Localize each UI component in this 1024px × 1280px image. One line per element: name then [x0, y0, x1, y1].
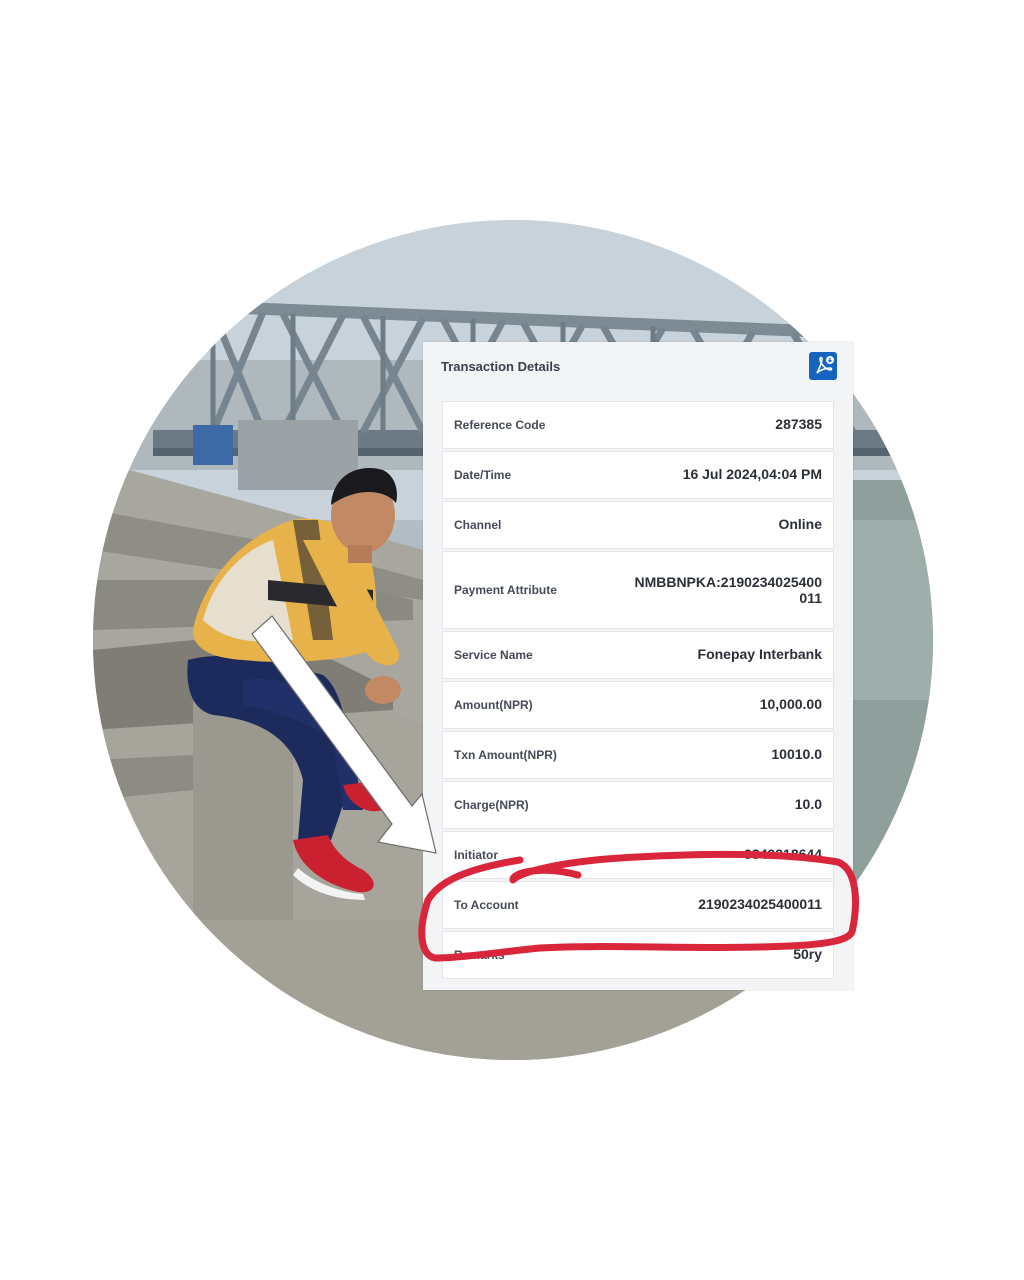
row-label: Service Name [454, 648, 533, 662]
row-label: Channel [454, 518, 502, 532]
row-label: Payment Attribute [454, 583, 557, 597]
row-value: 10010.0 [771, 746, 822, 762]
row-label: To Account [454, 898, 519, 912]
row-label: Amount(NPR) [454, 698, 533, 712]
transaction-details-panel: Transaction Details Reference Code 28738… [423, 342, 853, 990]
row-reference-code: Reference Code 287385 [442, 401, 834, 449]
row-service-name: Service Name Fonepay Interbank [442, 631, 834, 679]
row-value: Online [778, 516, 822, 532]
row-label: Initiator [454, 848, 498, 862]
row-txn-amount: Txn Amount(NPR) 10010.0 [442, 731, 834, 779]
row-date-time: Date/Time 16 Jul 2024,04:04 PM [442, 451, 834, 499]
row-value: 10,000.00 [759, 696, 822, 712]
pdf-download-button[interactable] [809, 352, 837, 380]
row-channel: Channel Online [442, 501, 834, 549]
row-label: Remarks [454, 948, 505, 962]
row-to-account: To Account 2190234025400011 [442, 881, 834, 929]
row-amount: Amount(NPR) 10,000.00 [442, 681, 834, 729]
row-value: Fonepay Interbank [697, 646, 822, 662]
pdf-download-icon [816, 356, 834, 374]
row-value: 2190234025400011 [698, 896, 822, 912]
row-label: Date/Time [454, 468, 512, 482]
row-remarks: Remarks 50ry [442, 931, 834, 979]
row-value: 16 Jul 2024,04:04 PM [682, 466, 822, 482]
row-label: Reference Code [454, 418, 546, 432]
row-value: 10.0 [794, 796, 822, 812]
row-value: NMBBNPKA:2190234025400011 [634, 574, 822, 606]
row-label: Txn Amount(NPR) [454, 748, 557, 762]
row-value: 9849218644 [744, 846, 822, 862]
row-payment-attribute: Payment Attribute NMBBNPKA:2190234025400… [442, 551, 834, 629]
row-charge: Charge(NPR) 10.0 [442, 781, 834, 829]
screenshot-canvas: Transaction Details Reference Code 28738… [0, 0, 1024, 1280]
row-value: 50ry [793, 946, 822, 962]
transaction-rows: Reference Code 287385 Date/Time 16 Jul 2… [442, 401, 834, 981]
row-initiator: Initiator 9849218644 [442, 831, 834, 879]
panel-title: Transaction Details [441, 359, 561, 374]
panel-header: Transaction Details [423, 342, 853, 394]
row-value: 287385 [775, 416, 822, 432]
row-label: Charge(NPR) [454, 798, 529, 812]
